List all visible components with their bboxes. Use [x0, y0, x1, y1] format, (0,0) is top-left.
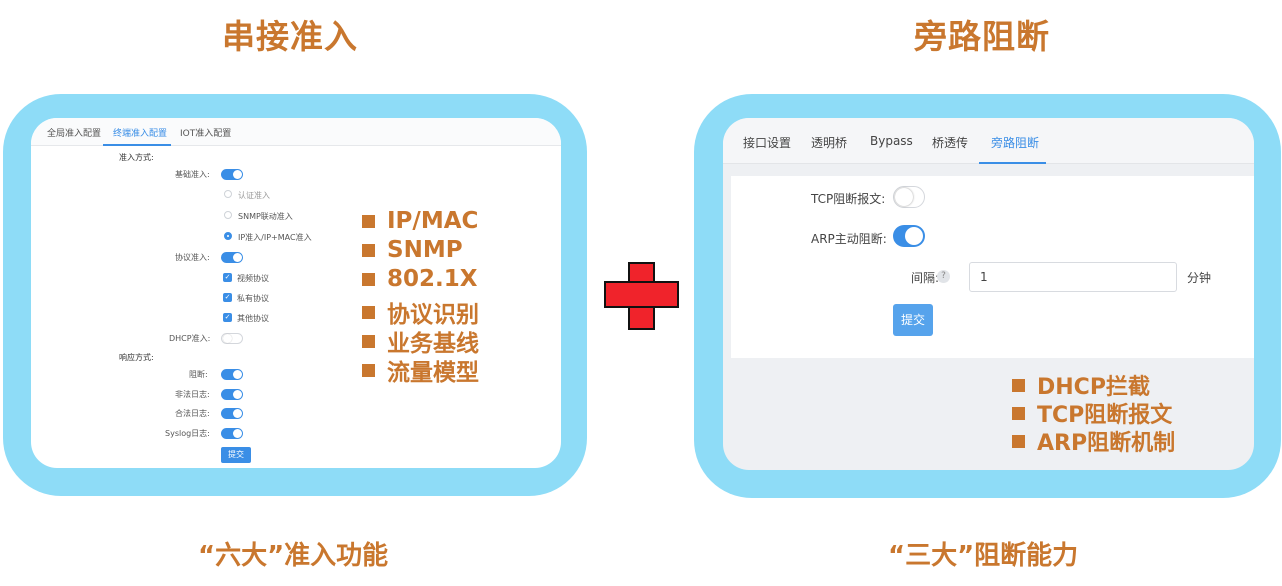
- left-feature-text: 流量模型: [387, 360, 479, 386]
- checkbox-other-protocol[interactable]: ✓: [223, 313, 232, 322]
- checkbox-other-protocol-label: 其他协议: [237, 314, 269, 323]
- basic-access-label: 基础准入:: [175, 170, 210, 179]
- illegal-log-toggle[interactable]: [221, 389, 243, 400]
- radio-auth-access[interactable]: [224, 190, 232, 198]
- right-screenshot-frame: 接口设置 透明桥 Bypass 桥透传 旁路阻断 TCP阻断报文: ARP主动阻…: [694, 94, 1281, 498]
- left-feature-text: 802.1X: [387, 266, 478, 292]
- right-heading: 旁路阻断: [914, 17, 1050, 56]
- left-caption: “六大”准入功能: [198, 541, 389, 571]
- legal-log-toggle[interactable]: [221, 408, 243, 419]
- right-tab-bar: 接口设置 透明桥 Bypass 桥透传 旁路阻断: [723, 118, 1254, 164]
- tab-iot-access[interactable]: IOT准入配置: [180, 126, 231, 139]
- active-tab-indicator: [103, 144, 171, 146]
- radio-auth-access-label: 认证准入: [238, 191, 270, 200]
- basic-access-toggle[interactable]: [221, 169, 243, 180]
- tab-bypass-blocking[interactable]: 旁路阻断: [991, 134, 1039, 151]
- tab-bypass[interactable]: Bypass: [870, 134, 913, 148]
- right-screen: 接口设置 透明桥 Bypass 桥透传 旁路阻断 TCP阻断报文: ARP主动阻…: [723, 118, 1254, 470]
- illegal-log-label: 非法日志:: [175, 390, 210, 399]
- square-bullet-icon: [1012, 406, 1025, 420]
- left-submit-button[interactable]: 提交: [221, 447, 251, 463]
- dhcp-access-toggle[interactable]: [221, 333, 243, 344]
- square-bullet-icon: [362, 334, 375, 348]
- arp-block-label: ARP主动阻断:: [811, 232, 887, 246]
- square-bullet-icon: [362, 214, 375, 228]
- response-mode-label: 响应方式:: [119, 353, 154, 362]
- square-bullet-icon: [1012, 378, 1025, 392]
- square-bullet-icon: [362, 243, 375, 257]
- tab-transparent-bridge[interactable]: 透明桥: [811, 134, 847, 151]
- tab-terminal-access[interactable]: 终端准入配置: [113, 126, 167, 139]
- tcp-block-label: TCP阻断报文:: [811, 192, 886, 206]
- block-label: 阻断:: [189, 370, 208, 379]
- left-screen: 全局准入配置 终端准入配置 IOT准入配置 准入方式: 基础准入: 认证准入 S…: [31, 118, 561, 468]
- left-feature-item: SNMP: [362, 237, 463, 263]
- checkbox-video-protocol[interactable]: ✓: [223, 273, 232, 282]
- left-feature-item: 流量模型: [362, 353, 479, 387]
- square-bullet-icon: [362, 305, 375, 319]
- protocol-access-label: 协议准入:: [175, 253, 210, 262]
- right-feature-item: ARP阻断机制: [1012, 425, 1175, 457]
- access-mode-label: 准入方式:: [119, 153, 154, 162]
- left-feature-item: IP/MAC: [362, 208, 478, 234]
- radio-snmp-access[interactable]: [224, 211, 232, 219]
- syslog-toggle[interactable]: [221, 428, 243, 439]
- right-caption: “三大”阻断能力: [888, 541, 1079, 571]
- interval-unit: 分钟: [1187, 271, 1212, 285]
- right-feature-text: ARP阻断机制: [1037, 431, 1176, 456]
- dhcp-access-label: DHCP准入:: [169, 334, 211, 343]
- help-icon[interactable]: ?: [937, 270, 950, 283]
- left-screenshot-frame: 全局准入配置 终端准入配置 IOT准入配置 准入方式: 基础准入: 认证准入 S…: [3, 94, 587, 496]
- left-feature-text: SNMP: [387, 237, 463, 263]
- radio-ip-mac-access[interactable]: [224, 232, 232, 240]
- right-form-body: TCP阻断报文: ARP主动阻断: 间隔: ? 1 分钟 提交: [731, 176, 1254, 358]
- checkbox-private-protocol-label: 私有协议: [237, 294, 269, 303]
- left-feature-text: IP/MAC: [387, 208, 479, 234]
- protocol-access-toggle[interactable]: [221, 252, 243, 263]
- active-tab-indicator: [979, 162, 1046, 164]
- right-submit-button[interactable]: 提交: [893, 304, 933, 336]
- checkbox-private-protocol[interactable]: ✓: [223, 293, 232, 302]
- block-toggle[interactable]: [221, 369, 243, 380]
- square-bullet-icon: [362, 363, 375, 377]
- square-bullet-icon: [1012, 434, 1025, 448]
- tab-bridge-passthrough[interactable]: 桥透传: [932, 134, 968, 151]
- arp-block-toggle[interactable]: [893, 225, 925, 247]
- radio-ip-mac-access-label: IP准入/IP+MAC准入: [238, 233, 312, 242]
- tab-interface-settings[interactable]: 接口设置: [743, 134, 791, 151]
- radio-snmp-access-label: SNMP联动准入: [238, 212, 293, 221]
- left-tab-bar: 全局准入配置 终端准入配置 IOT准入配置: [31, 118, 561, 146]
- square-bullet-icon: [362, 272, 375, 286]
- interval-label: 间隔:: [911, 271, 940, 285]
- interval-input[interactable]: 1: [969, 262, 1177, 292]
- left-heading: 串接准入: [222, 17, 358, 56]
- syslog-label: Syslog日志:: [165, 429, 210, 438]
- left-feature-item: 802.1X: [362, 266, 477, 292]
- plus-icon-center: [630, 283, 653, 306]
- legal-log-label: 合法日志:: [175, 409, 210, 418]
- checkbox-video-protocol-label: 视频协议: [237, 274, 269, 283]
- tab-global-access[interactable]: 全局准入配置: [47, 126, 101, 139]
- tcp-block-toggle[interactable]: [893, 186, 925, 208]
